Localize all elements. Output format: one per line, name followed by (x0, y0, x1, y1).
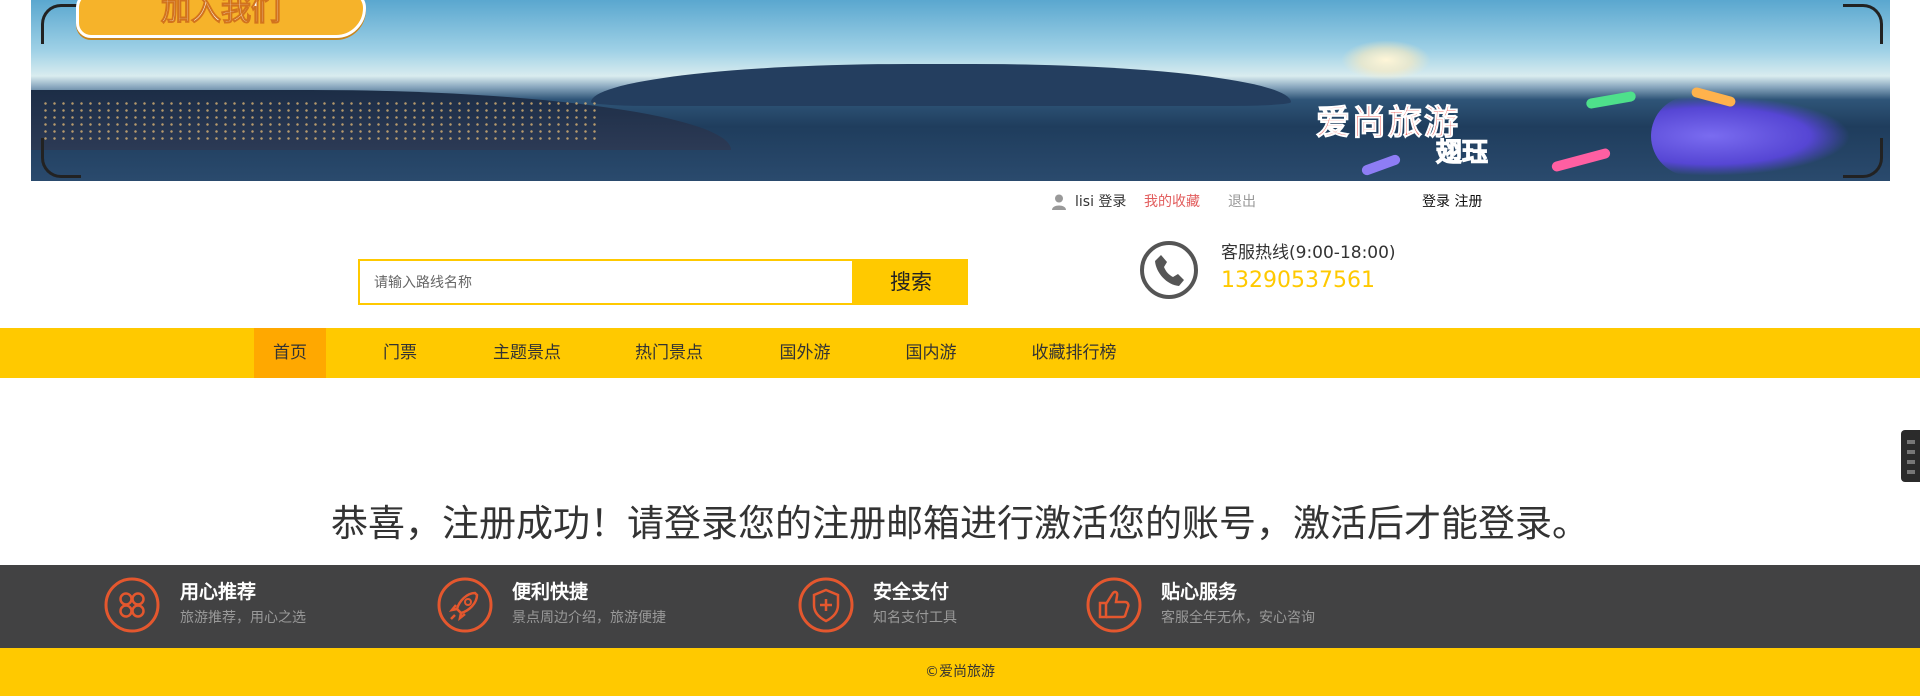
feature-subtitle: 客服全年无休，安心咨询 (1161, 610, 1315, 626)
banner-decoration (1550, 147, 1612, 173)
user-icon (1052, 194, 1066, 210)
login-register-link[interactable]: 登录 注册 (1422, 190, 1482, 214)
banner-corner-decoration (1843, 4, 1883, 44)
feature-title: 贴心服务 (1161, 581, 1238, 603)
hotline-label: 客服热线(9:00-18:00) (1221, 243, 1396, 263)
feature-title: 便利快捷 (512, 581, 589, 603)
banner-decoration (1360, 153, 1402, 177)
rocket-icon (437, 577, 493, 633)
nav-item-tickets[interactable]: 门票 (362, 328, 438, 378)
nav-item-domestic[interactable]: 国内游 (894, 328, 968, 378)
nav-item-overseas[interactable]: 国外游 (768, 328, 842, 378)
banner-sun (1341, 40, 1431, 80)
shield-icon (798, 577, 854, 633)
brand-subtitle: 翅珏 (1435, 138, 1489, 169)
banner-corner-decoration (41, 138, 81, 178)
feature-subtitle: 知名支付工具 (873, 610, 957, 626)
join-us-badge[interactable]: 加入我们 (76, 0, 366, 38)
clover-icon (104, 577, 160, 633)
banner-image: 加入我们 爱尚旅游 翅珏 (31, 0, 1890, 181)
logout-link[interactable]: 退出 (1228, 190, 1256, 214)
feature-subtitle: 旅游推荐，用心之选 (180, 610, 306, 626)
megaphone-icon (1651, 96, 1851, 176)
banner-island (591, 64, 1291, 106)
feature-title: 用心推荐 (180, 581, 257, 603)
feature-subtitle: 景点周边介绍，旅游便捷 (512, 610, 666, 626)
nav-item-theme-attractions[interactable]: 主题景点 (480, 328, 574, 378)
thumbs-up-icon (1086, 577, 1142, 633)
username-label: lisi 登录 (1075, 194, 1127, 210)
nav-item-hot-attractions[interactable]: 热门景点 (622, 328, 716, 378)
feature-title: 安全支付 (873, 581, 950, 603)
hotline-number: 13290537561 (1221, 268, 1375, 293)
nav-item-favorites-ranking[interactable]: 收藏排行榜 (1022, 328, 1126, 378)
registration-success-message: 恭喜，注册成功！请登录您的注册邮箱进行激活您的账号，激活后才能登录。 (331, 502, 1589, 545)
nav-item-home[interactable]: 首页 (254, 328, 326, 378)
banner-decoration (1585, 90, 1637, 110)
features-bar: 用心推荐 旅游推荐，用心之选 便利快捷 景点周边介绍，旅游便捷 安全支付 知名支… (0, 565, 1920, 648)
phone-icon (1140, 241, 1198, 299)
search-input[interactable]: 请输入路线名称 (358, 259, 854, 305)
main-nav: 首页 门票 主题景点 热门景点 国外游 国内游 收藏排行榜 (0, 328, 1920, 378)
my-favorites-link[interactable]: 我的收藏 (1144, 190, 1200, 214)
side-scroll-widget[interactable] (1901, 430, 1920, 482)
search-button[interactable]: 搜索 (854, 259, 968, 305)
banner-corner-decoration (41, 4, 81, 44)
footer-copyright: ©爱尚旅游 (0, 648, 1920, 696)
